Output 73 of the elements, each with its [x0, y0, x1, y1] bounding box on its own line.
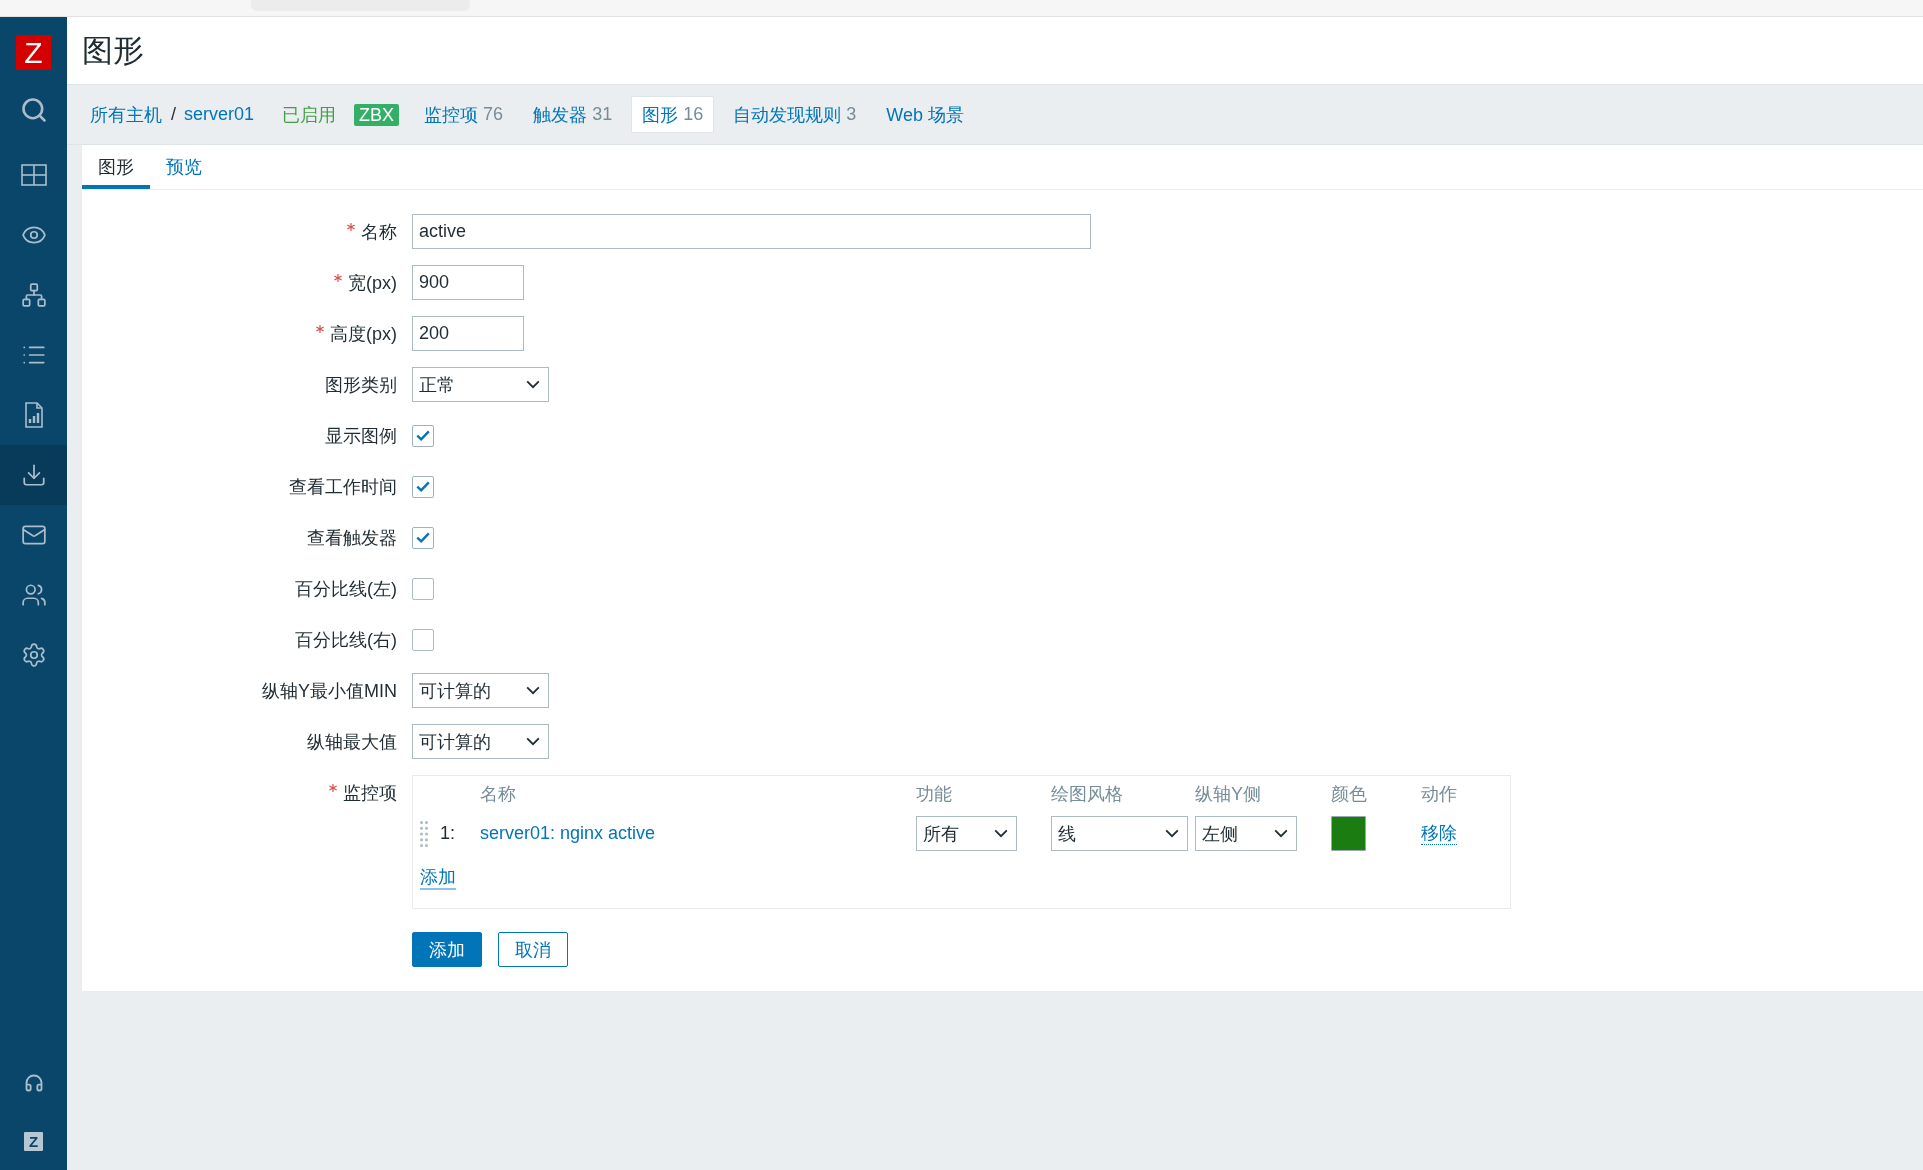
dropdown[interactable]: 左侧: [1195, 816, 1297, 851]
field-label: 百分比线(左): [295, 577, 397, 601]
sitemap-icon: [20, 282, 47, 308]
column-header: 功能: [916, 783, 953, 806]
column-header: 绘图风格: [1051, 783, 1124, 806]
checkmark-icon: [416, 430, 430, 441]
checkbox[interactable]: [412, 424, 434, 447]
row-number: 1:: [440, 823, 456, 844]
headset-icon: [23, 1073, 44, 1093]
host-nav-link[interactable]: 图形 16: [631, 96, 715, 133]
download-icon: [20, 462, 47, 488]
chevron-down-icon: [994, 829, 1008, 838]
text-field[interactable]: active: [412, 214, 1091, 249]
integrations-button[interactable]: Z: [24, 1131, 43, 1151]
dropdown[interactable]: 正常: [412, 367, 549, 402]
field-label: 名称: [361, 220, 397, 244]
field-label: 高度(px): [330, 322, 397, 346]
number-field[interactable]: 200: [412, 316, 524, 351]
breadcrumb-link[interactable]: 所有主机: [90, 102, 162, 127]
add-link[interactable]: 添加: [420, 867, 456, 890]
remove-link[interactable]: 移除: [1421, 822, 1457, 845]
item-link[interactable]: server01: nginx active: [480, 823, 656, 844]
tab[interactable]: 预览: [150, 145, 218, 189]
color-swatch-icon[interactable]: [1331, 816, 1366, 851]
host-nav-link[interactable]: 触发器 31: [522, 96, 624, 133]
number-field[interactable]: 900: [412, 265, 524, 300]
field-label: 百分比线(右): [295, 628, 397, 652]
host-nav-link[interactable]: 监控项 76: [413, 96, 515, 133]
checkbox[interactable]: [412, 577, 434, 600]
checkbox[interactable]: [412, 526, 434, 549]
host-nav-link[interactable]: Web 场景: [875, 96, 975, 133]
column-header: 颜色: [1331, 783, 1368, 806]
field-label: 纵轴最大值: [307, 730, 397, 754]
logo[interactable]: Z: [16, 35, 51, 70]
dropdown[interactable]: 所有: [916, 816, 1017, 851]
field-label: 监控项: [343, 781, 397, 805]
checkmark-icon: [416, 481, 430, 492]
chevron-down-icon: [1274, 829, 1288, 838]
field-label: 显示图例: [325, 424, 397, 448]
field-label: 宽(px): [348, 271, 397, 295]
breadcrumb-link[interactable]: server01: [184, 104, 255, 125]
dropdown[interactable]: 可计算的: [412, 673, 549, 708]
users-icon: [20, 582, 47, 608]
page-title: 图形: [82, 31, 144, 70]
submit-button[interactable]: 添加: [412, 932, 482, 967]
breadcrumb-separator: /: [171, 104, 176, 125]
dropdown[interactable]: 可计算的: [412, 724, 549, 759]
field-label: 查看触发器: [307, 526, 397, 550]
chevron-down-icon: [526, 686, 540, 695]
status-label: 已启用: [282, 103, 337, 127]
field-label: 查看工作时间: [289, 475, 397, 499]
column-header: 纵轴Y侧: [1195, 783, 1262, 806]
chevron-down-icon: [1165, 829, 1179, 838]
checkmark-icon: [416, 532, 430, 543]
dropdown[interactable]: 线: [1051, 816, 1188, 851]
checkbox[interactable]: [412, 628, 434, 651]
search-icon: [19, 96, 48, 124]
checkbox[interactable]: [412, 475, 434, 498]
drag-handle-icon[interactable]: [420, 820, 428, 847]
field-label: 图形类别: [325, 373, 397, 397]
field-label: 纵轴Y最小值MIN: [262, 679, 397, 703]
column-header: 名称: [480, 783, 517, 806]
host-nav-link[interactable]: 自动发现规则 3: [722, 96, 868, 133]
layout-grid-icon: [20, 162, 47, 188]
chevron-down-icon: [526, 380, 540, 389]
availability-badge: ZBX: [354, 103, 400, 126]
cancel-button[interactable]: 取消: [498, 932, 568, 967]
column-header: 动作: [1421, 783, 1458, 806]
settings-icon: [20, 642, 47, 668]
chevron-down-icon: [526, 737, 540, 746]
tab[interactable]: 图形: [82, 145, 150, 189]
envelope-icon: [20, 522, 47, 548]
sidebar-button[interactable]: [0, 445, 67, 505]
